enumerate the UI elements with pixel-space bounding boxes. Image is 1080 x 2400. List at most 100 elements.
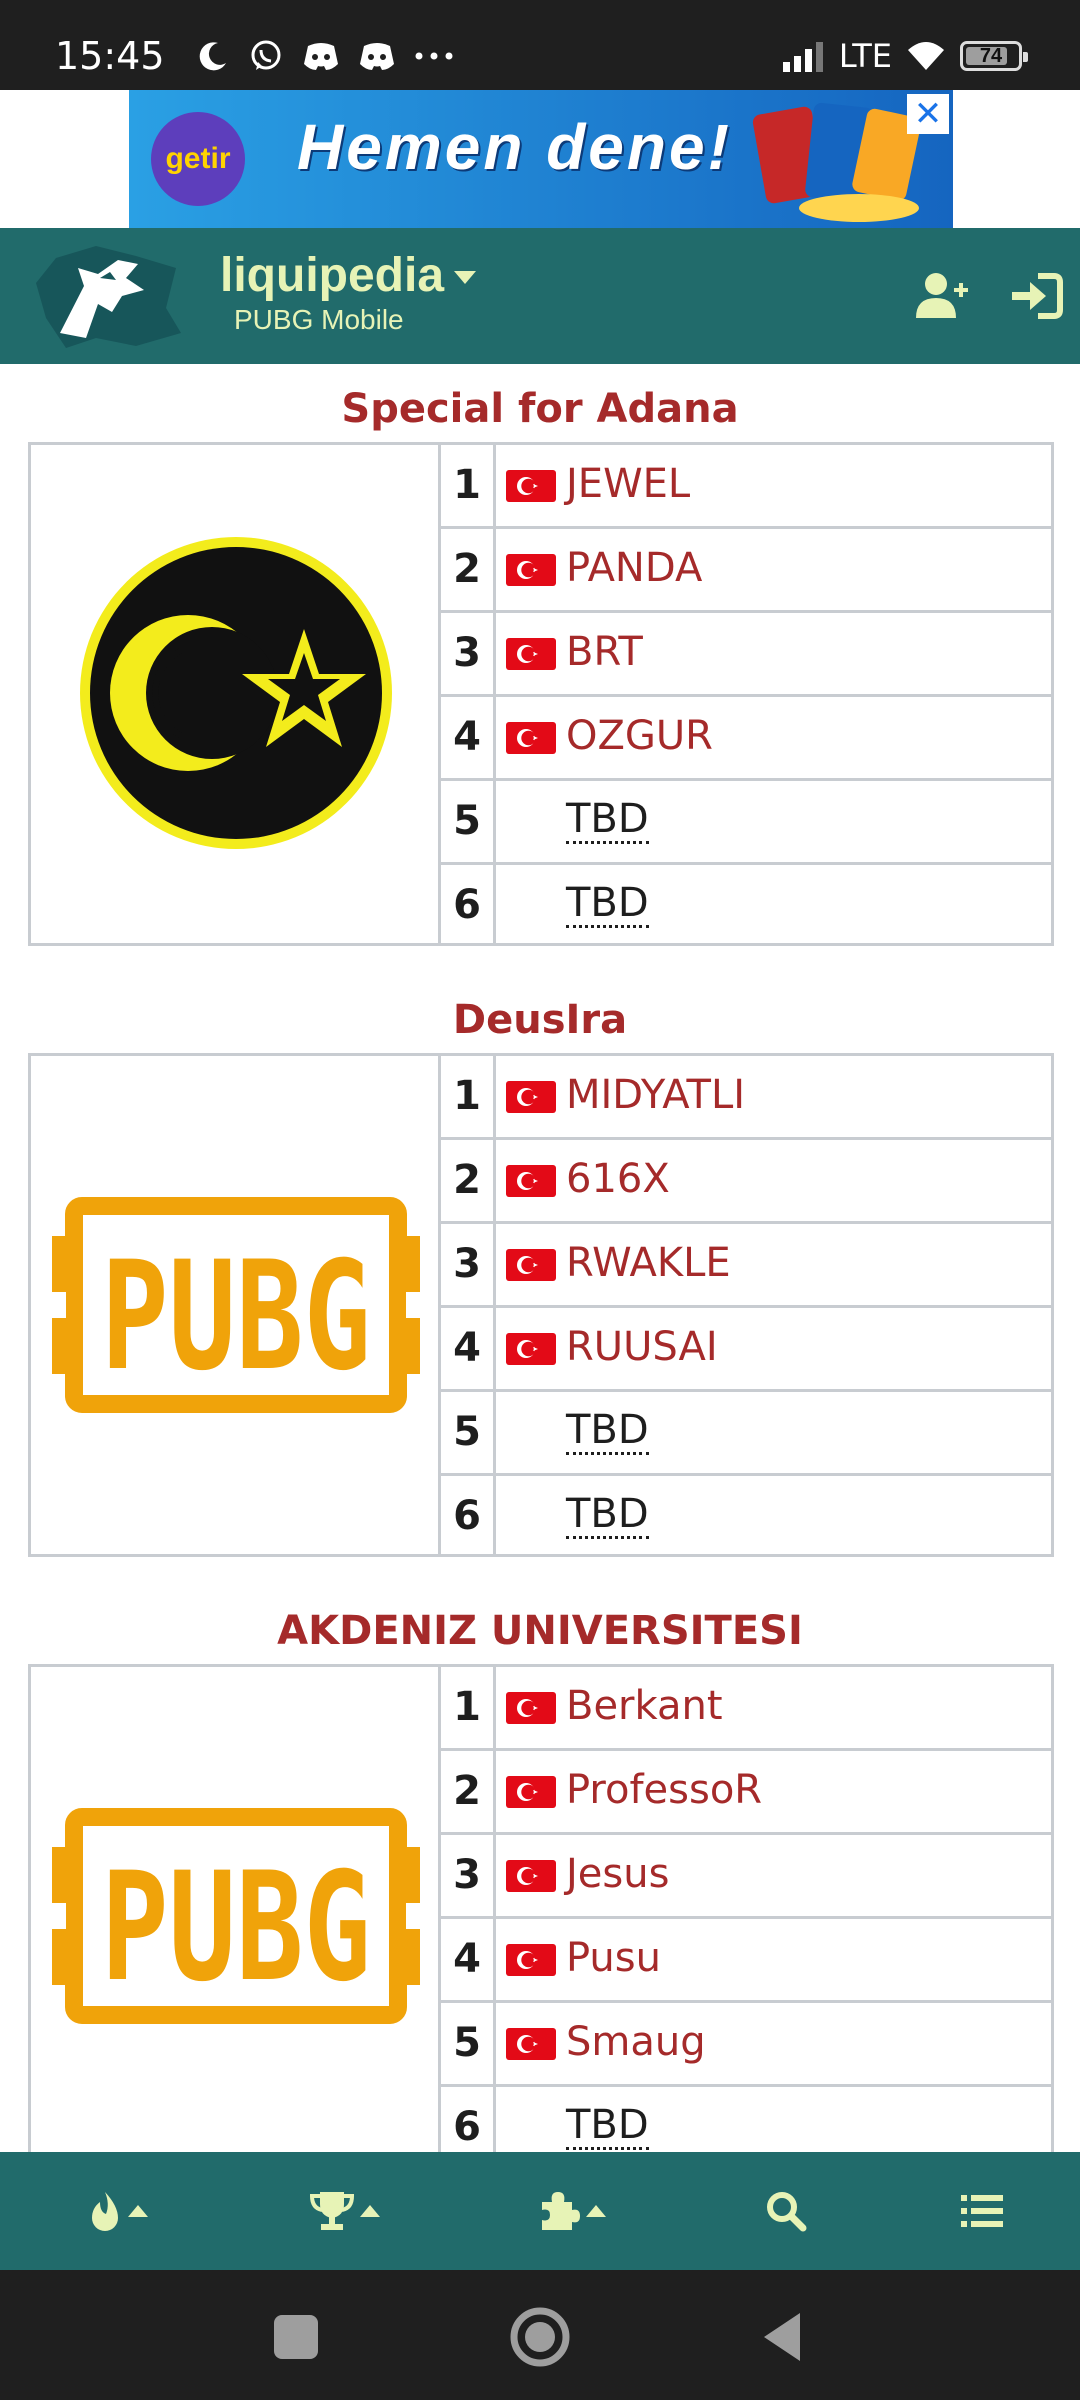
team-name[interactable]: Special for Adana — [0, 386, 1080, 432]
player-number: 4 — [441, 1919, 496, 2000]
player-number: 6 — [441, 865, 496, 946]
player-link[interactable]: OZGUR — [566, 713, 713, 759]
pubg-logo[interactable]: PUBG — [52, 1196, 420, 1414]
recent-apps-button[interactable] — [264, 2305, 328, 2369]
player-link[interactable]: MIDYATLI — [566, 1072, 745, 1118]
table-row: 3 RWAKLE — [441, 1224, 1051, 1308]
network-type: LTE — [838, 37, 892, 75]
ad-headline: Hemen dene! — [297, 111, 732, 183]
logo-icon[interactable] — [26, 238, 186, 354]
player-number: 1 — [441, 1667, 496, 1748]
ad-close-button[interactable]: ✕ — [907, 94, 949, 134]
bottom-navigation — [0, 2152, 1080, 2270]
player-number: 2 — [441, 1751, 496, 1832]
site-header: liquipedia PUBG Mobile — [0, 228, 1080, 364]
wikis-menu-button[interactable] — [512, 2152, 632, 2270]
table-row: 5 TBD — [441, 1392, 1051, 1476]
tbd-placeholder[interactable]: TBD — [566, 2103, 649, 2150]
turkey-flag-icon — [506, 1333, 556, 1365]
player-number: 2 — [441, 529, 496, 610]
ad-banner[interactable]: getir Hemen dene! ✕ — [129, 90, 953, 228]
turkey-flag-icon — [506, 2028, 556, 2060]
table-row: 3 BRT — [441, 613, 1051, 697]
search-button[interactable] — [726, 2152, 846, 2270]
trending-menu-button[interactable] — [58, 2152, 178, 2270]
notification-icons — [196, 36, 454, 76]
home-button[interactable] — [508, 2305, 572, 2369]
team-roster-table: PUBG 1 MIDYATLI 2 616X 3 RWAKLE 4 RUUSAI… — [28, 1053, 1054, 1557]
team-roster-table: 1 JEWEL 2 PANDA 3 BRT 4 OZGUR 5 TBD 6 TB… — [28, 442, 1054, 946]
roster-list: 1 Berkant 2 ProfessoR 3 Jesus 4 Pusu 5 S… — [441, 1667, 1051, 2171]
site-brand-dropdown[interactable]: liquipedia — [220, 248, 477, 303]
status-time: 15:45 — [55, 34, 165, 78]
team-logo-cell — [31, 445, 441, 943]
snack-product-image — [752, 102, 921, 222]
crescent-star-logo[interactable] — [76, 533, 396, 853]
ad-area: getir Hemen dene! ✕ — [0, 90, 1080, 228]
whatsapp-icon — [251, 40, 281, 70]
player-number: 6 — [441, 1476, 496, 1557]
battery-tip — [1023, 52, 1028, 62]
table-row: 5 TBD — [441, 781, 1051, 865]
player-number: 3 — [441, 1224, 496, 1305]
trophy-icon — [310, 2192, 354, 2230]
player-link[interactable]: BRT — [566, 629, 643, 675]
turkey-flag-icon — [506, 638, 556, 670]
caret-up-icon — [128, 2205, 148, 2217]
player-number: 3 — [441, 1835, 496, 1916]
list-icon — [961, 2195, 1003, 2227]
pubg-logo[interactable]: PUBG — [52, 1807, 420, 2025]
player-link[interactable]: Smaug — [566, 2019, 706, 2065]
team-roster-table: PUBG 1 Berkant 2 ProfessoR 3 Jesus 4 Pus… — [28, 1664, 1054, 2168]
player-number: 2 — [441, 1140, 496, 1221]
team-logo-cell: PUBG — [31, 1667, 441, 2165]
turkey-flag-icon — [506, 554, 556, 586]
flame-icon — [92, 2192, 118, 2231]
player-link[interactable]: RUUSAI — [566, 1324, 718, 1370]
battery-icon: 74 — [960, 41, 1028, 71]
tournaments-menu-button[interactable] — [285, 2152, 405, 2270]
discord-icon — [360, 43, 394, 70]
system-status-icons: LTE 74 — [781, 36, 1028, 76]
team-name[interactable]: DeusIra — [0, 997, 1080, 1043]
table-row: 4 OZGUR — [441, 697, 1051, 781]
turkey-flag-icon — [506, 1860, 556, 1892]
player-number: 4 — [441, 697, 496, 778]
player-link[interactable]: 616X — [566, 1156, 670, 1202]
player-link[interactable]: JEWEL — [566, 461, 690, 507]
tbd-placeholder[interactable]: TBD — [566, 1408, 649, 1455]
table-row: 5 Smaug — [441, 2003, 1051, 2087]
player-number: 1 — [441, 1056, 496, 1137]
table-of-contents-button[interactable] — [922, 2152, 1042, 2270]
player-number: 5 — [441, 1392, 496, 1473]
roster-list: 1 MIDYATLI 2 616X 3 RWAKLE 4 RUUSAI 5 TB… — [441, 1056, 1051, 1560]
sign-in-icon[interactable] — [1008, 268, 1064, 324]
player-link[interactable]: ProfessoR — [566, 1767, 762, 1813]
tbd-placeholder[interactable]: TBD — [566, 1492, 649, 1539]
player-link[interactable]: PANDA — [566, 545, 702, 591]
player-number: 4 — [441, 1308, 496, 1389]
add-user-icon[interactable] — [914, 268, 970, 324]
player-link[interactable]: RWAKLE — [566, 1240, 731, 1286]
roster-list: 1 JEWEL 2 PANDA 3 BRT 4 OZGUR 5 TBD 6 TB… — [441, 445, 1051, 949]
table-row: 1 Berkant — [441, 1667, 1051, 1751]
system-navigation-bar — [0, 2270, 1080, 2400]
moon-icon — [199, 42, 226, 71]
battery-percent: 74 — [979, 45, 1003, 67]
player-link[interactable]: Berkant — [566, 1683, 723, 1729]
table-row: 2 ProfessoR — [441, 1751, 1051, 1835]
back-button[interactable] — [752, 2305, 816, 2369]
discord-icon — [304, 43, 338, 70]
player-link[interactable]: Pusu — [566, 1935, 661, 1981]
table-row: 1 JEWEL — [441, 445, 1051, 529]
wiki-subtitle: PUBG Mobile — [234, 304, 404, 335]
player-number: 3 — [441, 613, 496, 694]
player-link[interactable]: Jesus — [566, 1851, 669, 1897]
table-row: 4 RUUSAI — [441, 1308, 1051, 1392]
tbd-placeholder[interactable]: TBD — [566, 881, 649, 928]
caret-up-icon — [586, 2205, 606, 2217]
puzzle-icon — [542, 2192, 580, 2230]
tbd-placeholder[interactable]: TBD — [566, 797, 649, 844]
team-name[interactable]: AKDENIZ UNIVERSITESI — [0, 1608, 1080, 1654]
turkey-flag-icon — [506, 1249, 556, 1281]
